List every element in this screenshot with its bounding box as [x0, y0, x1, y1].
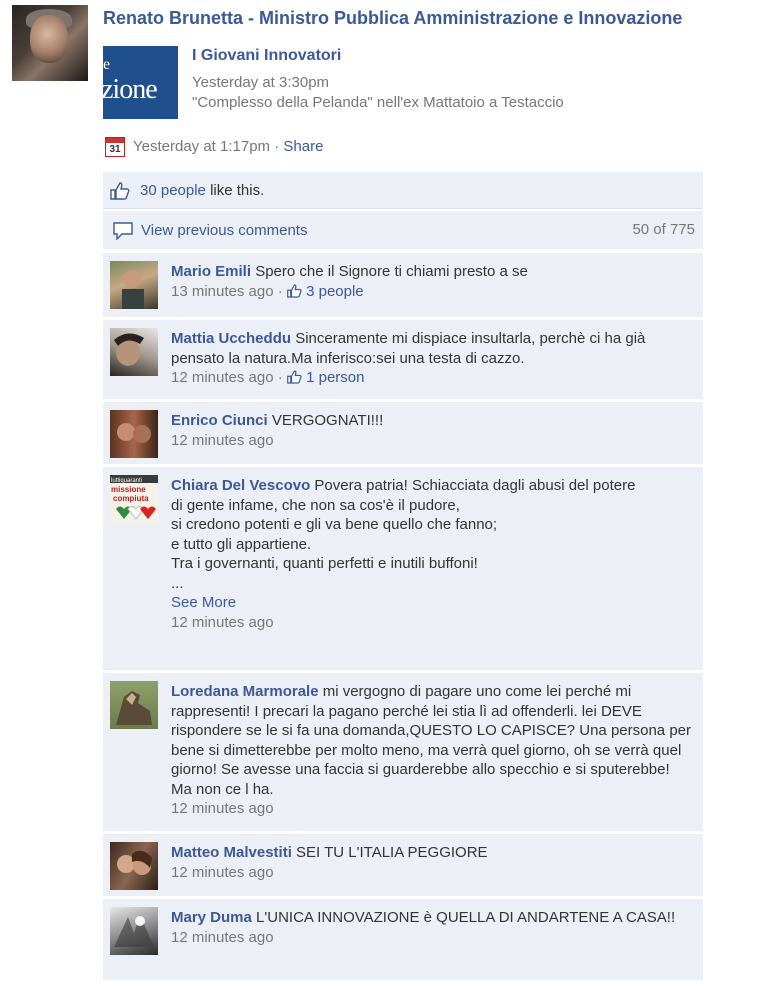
comment-text-line: di gente infame, che non sa cos'è il pud… — [171, 496, 460, 514]
commenter-name[interactable]: Matteo Malvestiti — [171, 844, 292, 861]
see-more-link[interactable]: See More — [171, 594, 236, 611]
thumbs-up-icon — [287, 370, 302, 384]
comment-text: SEI TU L'ITALIA PEGGIORE — [296, 844, 488, 861]
commenter-avatar[interactable] — [110, 261, 158, 309]
event-time: Yesterday at 3:30pm — [192, 74, 330, 91]
comment-text-line: Povera patria! Schiacciata dagli abusi d… — [314, 477, 636, 494]
comment-bubble-icon — [113, 222, 133, 245]
share-link[interactable]: Share — [283, 138, 323, 155]
comment-body: Mario Emili Spero che il Signore ti chia… — [171, 263, 528, 300]
likes-bar: 30 people like this. — [103, 172, 703, 209]
comment-item: Mary Duma L'UNICA INNOVAZIONE è QUELLA D… — [103, 899, 703, 980]
likes-suffix: like this. — [205, 182, 265, 199]
comment-body: Loredana Marmorale mi vergogno di pagare… — [171, 682, 691, 819]
comment-time[interactable]: 12 minutes ago — [171, 929, 274, 946]
comment-body: Matteo Malvestiti SEI TU L'ITALIA PEGGIO… — [171, 843, 691, 882]
post-timestamp[interactable]: Yesterday at 1:17pm — [133, 138, 270, 155]
author-avatar[interactable] — [12, 5, 88, 81]
calendar-day: 31 — [109, 144, 121, 155]
avatar-caption-2: missione — [111, 485, 146, 494]
comment-time[interactable]: 12 minutes ago — [171, 864, 274, 881]
commenter-name[interactable]: Chiara Del Vescovo — [171, 477, 310, 494]
event-place: "Complesso della Pelanda" nell'ex Mattat… — [192, 94, 564, 111]
comment-item: Mario Emili Spero che il Signore ti chia… — [103, 253, 703, 317]
avatar-caption-1: luttiquaranti — [111, 478, 142, 484]
commenter-name[interactable]: Mary Duma — [171, 909, 252, 926]
commenter-avatar[interactable] — [110, 907, 158, 955]
comments-count: 50 of 775 — [632, 221, 695, 238]
likes-text: 30 people like this. — [140, 182, 264, 199]
post-author-link[interactable]: Renato Brunetta - Ministro Pubblica Ammi… — [103, 8, 682, 29]
commenter-avatar[interactable] — [110, 681, 158, 729]
comment-text: VERGOGNATI!!! — [271, 412, 384, 429]
comment-item: luttiquaranti missione compiuta Chiara D… — [103, 467, 703, 670]
comment-likes-count: 1 person — [306, 369, 365, 386]
calendar-icon: 31 — [105, 137, 125, 157]
comment-text-line: e tutto gli appartiene. — [171, 535, 312, 553]
post-meta: Yesterday at 1:17pm · Share — [133, 138, 323, 155]
comment-likes[interactable]: 1 person — [287, 369, 365, 386]
comment-likes[interactable]: 3 people — [287, 283, 364, 300]
event-thumbnail-text: zione — [103, 74, 158, 105]
comment-time[interactable]: 12 minutes ago — [171, 614, 274, 631]
commenter-name[interactable]: Mario Emili — [171, 263, 251, 280]
view-previous-bar: View previous comments 50 of 775 — [103, 211, 703, 249]
commenter-name[interactable]: Enrico Ciunci — [171, 412, 268, 429]
likers-link[interactable]: 30 people — [140, 182, 206, 199]
comment-body: Mary Duma L'UNICA INNOVAZIONE è QUELLA D… — [171, 908, 691, 947]
commenter-avatar[interactable]: luttiquaranti missione compiuta — [110, 475, 158, 523]
comment-text: mi vergogno di pagare uno come lei perch… — [171, 683, 691, 798]
comment-text: L'UNICA INNOVAZIONE è QUELLA DI ANDARTEN… — [256, 909, 676, 926]
comment-item: Mattia Uccheddu Sinceramente mi dispiace… — [103, 320, 703, 399]
commenter-avatar[interactable] — [110, 410, 158, 458]
comment-text-line: si credono potenti e gli va bene quello … — [171, 516, 498, 533]
thumbs-up-icon — [110, 182, 130, 205]
commenter-name[interactable]: Loredana Marmorale — [171, 683, 319, 700]
event-thumbnail-letter: e — [103, 56, 111, 73]
event-thumbnail[interactable]: e zione — [103, 46, 178, 119]
commenter-avatar[interactable] — [110, 842, 158, 890]
comment-text-line: ... — [171, 574, 184, 592]
comment-item: Enrico Ciunci VERGOGNATI!!! 12 minutes a… — [103, 402, 703, 464]
comment-time[interactable]: 12 minutes ago — [171, 800, 274, 817]
meta-separator: · — [274, 138, 280, 155]
comment-body: Chiara Del Vescovo Povera patria! Schiac… — [171, 476, 691, 632]
view-previous-comments-link[interactable]: View previous comments — [141, 222, 307, 239]
comment-item: Matteo Malvestiti SEI TU L'ITALIA PEGGIO… — [103, 834, 703, 896]
comment-time[interactable]: 12 minutes ago — [171, 432, 274, 449]
event-title-link[interactable]: I Giovani Innovatori — [192, 47, 341, 65]
avatar-caption-3: compiuta — [113, 494, 149, 503]
comment-item: Loredana Marmorale mi vergogno di pagare… — [103, 673, 703, 831]
comment-body: Enrico Ciunci VERGOGNATI!!! 12 minutes a… — [171, 411, 691, 450]
comment-time[interactable]: 13 minutes ago — [171, 283, 274, 300]
comment-time[interactable]: 12 minutes ago — [171, 369, 274, 386]
commenter-avatar[interactable] — [110, 328, 158, 376]
comment-text-line: Tra i governanti, quanti perfetti e inut… — [171, 555, 478, 572]
comment-likes-count: 3 people — [306, 282, 364, 300]
comment-body: Mattia Uccheddu Sinceramente mi dispiace… — [171, 330, 646, 386]
commenter-name[interactable]: Mattia Uccheddu — [171, 330, 291, 347]
comment-text: Spero che il Signore ti chiami presto a … — [255, 263, 528, 280]
thumbs-up-icon — [287, 283, 302, 298]
